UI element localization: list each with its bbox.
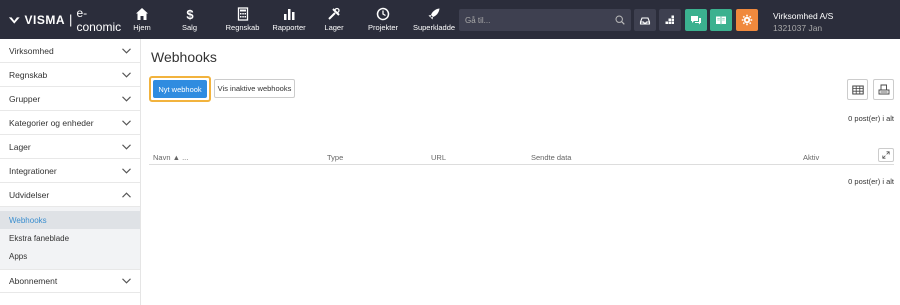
table-icon bbox=[851, 85, 864, 94]
company-user: 1321037 Jan bbox=[773, 23, 823, 33]
nav-item-superkladde[interactable]: Superkladde bbox=[412, 0, 456, 39]
column-header-sendte-data[interactable]: Sendte data bbox=[531, 153, 571, 162]
expand-icon bbox=[882, 151, 890, 159]
brand-separator: | bbox=[69, 12, 73, 27]
nav-label: Regnskab bbox=[225, 23, 260, 32]
company-info[interactable]: Virksomhed A/S 1321037 Jan bbox=[773, 10, 833, 34]
expand-table-button[interactable] bbox=[878, 148, 894, 162]
sidebar-submenu: Webhooks Ekstra faneblade Apps bbox=[0, 207, 140, 269]
chevron-up-icon bbox=[122, 191, 131, 198]
sidebar-item-label: Integrationer bbox=[9, 165, 57, 176]
sidebar-subitem-ekstra-faneblade[interactable]: Ekstra faneblade bbox=[0, 229, 140, 247]
gear-icon bbox=[741, 14, 753, 26]
clock-icon bbox=[376, 7, 390, 21]
sidebar-item-integrationer[interactable]: Integrationer bbox=[0, 159, 140, 183]
print-button[interactable] bbox=[873, 79, 894, 100]
main-nav: Hjem $ Salg Regnskab Rapporter Lager Pro… bbox=[126, 0, 456, 39]
record-count-bottom: 0 post(er) i alt bbox=[848, 177, 894, 186]
brand-app-name: e-conomic bbox=[76, 5, 122, 34]
nav-label: Salg bbox=[181, 23, 197, 32]
apps-button[interactable] bbox=[659, 9, 681, 31]
sidebar-item-lager[interactable]: Lager bbox=[0, 135, 140, 159]
print-icon bbox=[878, 84, 889, 94]
nav-item-rapporter[interactable]: Rapporter bbox=[264, 0, 314, 39]
grid-dots-icon bbox=[665, 15, 674, 24]
company-name: Virksomhed A/S bbox=[773, 11, 834, 21]
nav-item-projekter[interactable]: Projekter bbox=[354, 0, 412, 39]
chat-icon bbox=[691, 16, 701, 25]
main-content: Webhooks Nyt webhook Vis inaktive webhoo… bbox=[141, 39, 900, 305]
sidebar-item-abonnement[interactable]: Abonnement bbox=[0, 269, 140, 293]
brand-logo[interactable]: VISMA | e-conomic bbox=[0, 0, 126, 39]
record-count-top: 0 post(er) i alt bbox=[848, 114, 894, 123]
search-icon[interactable] bbox=[615, 15, 625, 25]
table-view-button[interactable] bbox=[847, 79, 868, 100]
sidebar-item-label: Virksomhed bbox=[9, 45, 54, 56]
nav-label: Hjem bbox=[133, 23, 151, 32]
chevron-down-icon bbox=[122, 47, 131, 54]
calculator-icon bbox=[237, 7, 248, 21]
chat-button[interactable] bbox=[685, 9, 707, 31]
sidebar-item-regnskab[interactable]: Regnskab bbox=[0, 63, 140, 87]
column-header-navn[interactable]: Navn ▲ ... bbox=[153, 153, 188, 162]
show-inactive-webhooks-button[interactable]: Vis inaktive webhooks bbox=[214, 79, 295, 98]
dollar-icon: $ bbox=[186, 7, 194, 21]
svg-text:$: $ bbox=[186, 7, 194, 21]
tools-icon bbox=[328, 7, 340, 20]
chevron-down-icon bbox=[122, 167, 131, 174]
nav-label: Lager bbox=[324, 23, 344, 32]
chevron-down-icon bbox=[122, 119, 131, 126]
column-header-type[interactable]: Type bbox=[327, 153, 343, 162]
sidebar-item-label: Kategorier og enheder bbox=[9, 117, 94, 128]
top-navigation-bar: VISMA | e-conomic Hjem $ Salg Regnskab R… bbox=[0, 0, 900, 39]
inbox-icon bbox=[639, 17, 651, 25]
nav-label: Projekter bbox=[367, 23, 398, 32]
sidebar-item-grupper[interactable]: Grupper bbox=[0, 87, 140, 111]
sidebar-subitem-apps[interactable]: Apps bbox=[0, 247, 140, 265]
chevron-down-icon bbox=[122, 143, 131, 150]
sidebar: Virksomhed Regnskab Grupper Kategorier o… bbox=[0, 39, 141, 305]
chevron-down-icon bbox=[122, 95, 131, 102]
sidebar-item-label: Lager bbox=[9, 141, 31, 152]
nav-item-lager[interactable]: Lager bbox=[314, 0, 354, 39]
sidebar-item-label: Grupper bbox=[9, 93, 41, 104]
help-book-button[interactable] bbox=[710, 9, 732, 31]
nav-item-hjem[interactable]: Hjem bbox=[126, 0, 158, 39]
settings-button[interactable] bbox=[736, 9, 758, 31]
search-box[interactable] bbox=[459, 9, 631, 31]
sidebar-item-label: Abonnement bbox=[9, 276, 58, 286]
table-header: Navn ▲ ... Type URL Sendte data Aktiv bbox=[149, 149, 894, 165]
sidebar-subitem-webhooks[interactable]: Webhooks bbox=[0, 211, 140, 229]
nav-item-regnskab[interactable]: Regnskab bbox=[221, 0, 264, 39]
column-header-url[interactable]: URL bbox=[431, 153, 446, 162]
inbox-button[interactable] bbox=[634, 9, 656, 31]
sidebar-item-udvidelser[interactable]: Udvidelser bbox=[0, 183, 140, 207]
nav-item-salg[interactable]: $ Salg bbox=[158, 0, 221, 39]
nav-label: Rapporter bbox=[272, 23, 306, 32]
page-title: Webhooks bbox=[151, 49, 217, 65]
column-header-aktiv[interactable]: Aktiv bbox=[803, 153, 819, 162]
search-input[interactable] bbox=[465, 15, 615, 25]
new-webhook-button[interactable]: Nyt webhook bbox=[153, 80, 207, 98]
book-icon bbox=[716, 16, 726, 25]
sidebar-item-label: Regnskab bbox=[9, 69, 48, 80]
nav-label: Superkladde bbox=[412, 23, 456, 32]
chevron-down-icon bbox=[122, 278, 131, 284]
bar-chart-icon bbox=[284, 9, 295, 20]
chevron-down-icon bbox=[122, 71, 131, 78]
primary-button-highlight: Nyt webhook bbox=[149, 76, 211, 102]
sidebar-item-kategorier[interactable]: Kategorier og enheder bbox=[0, 111, 140, 135]
sidebar-item-label: Udvidelser bbox=[9, 189, 50, 200]
rocket-icon bbox=[428, 8, 440, 20]
brand-name: VISMA bbox=[24, 12, 66, 27]
sidebar-item-virksomhed[interactable]: Virksomhed bbox=[0, 39, 140, 63]
home-icon bbox=[136, 8, 148, 20]
visma-logo-icon bbox=[8, 16, 20, 24]
